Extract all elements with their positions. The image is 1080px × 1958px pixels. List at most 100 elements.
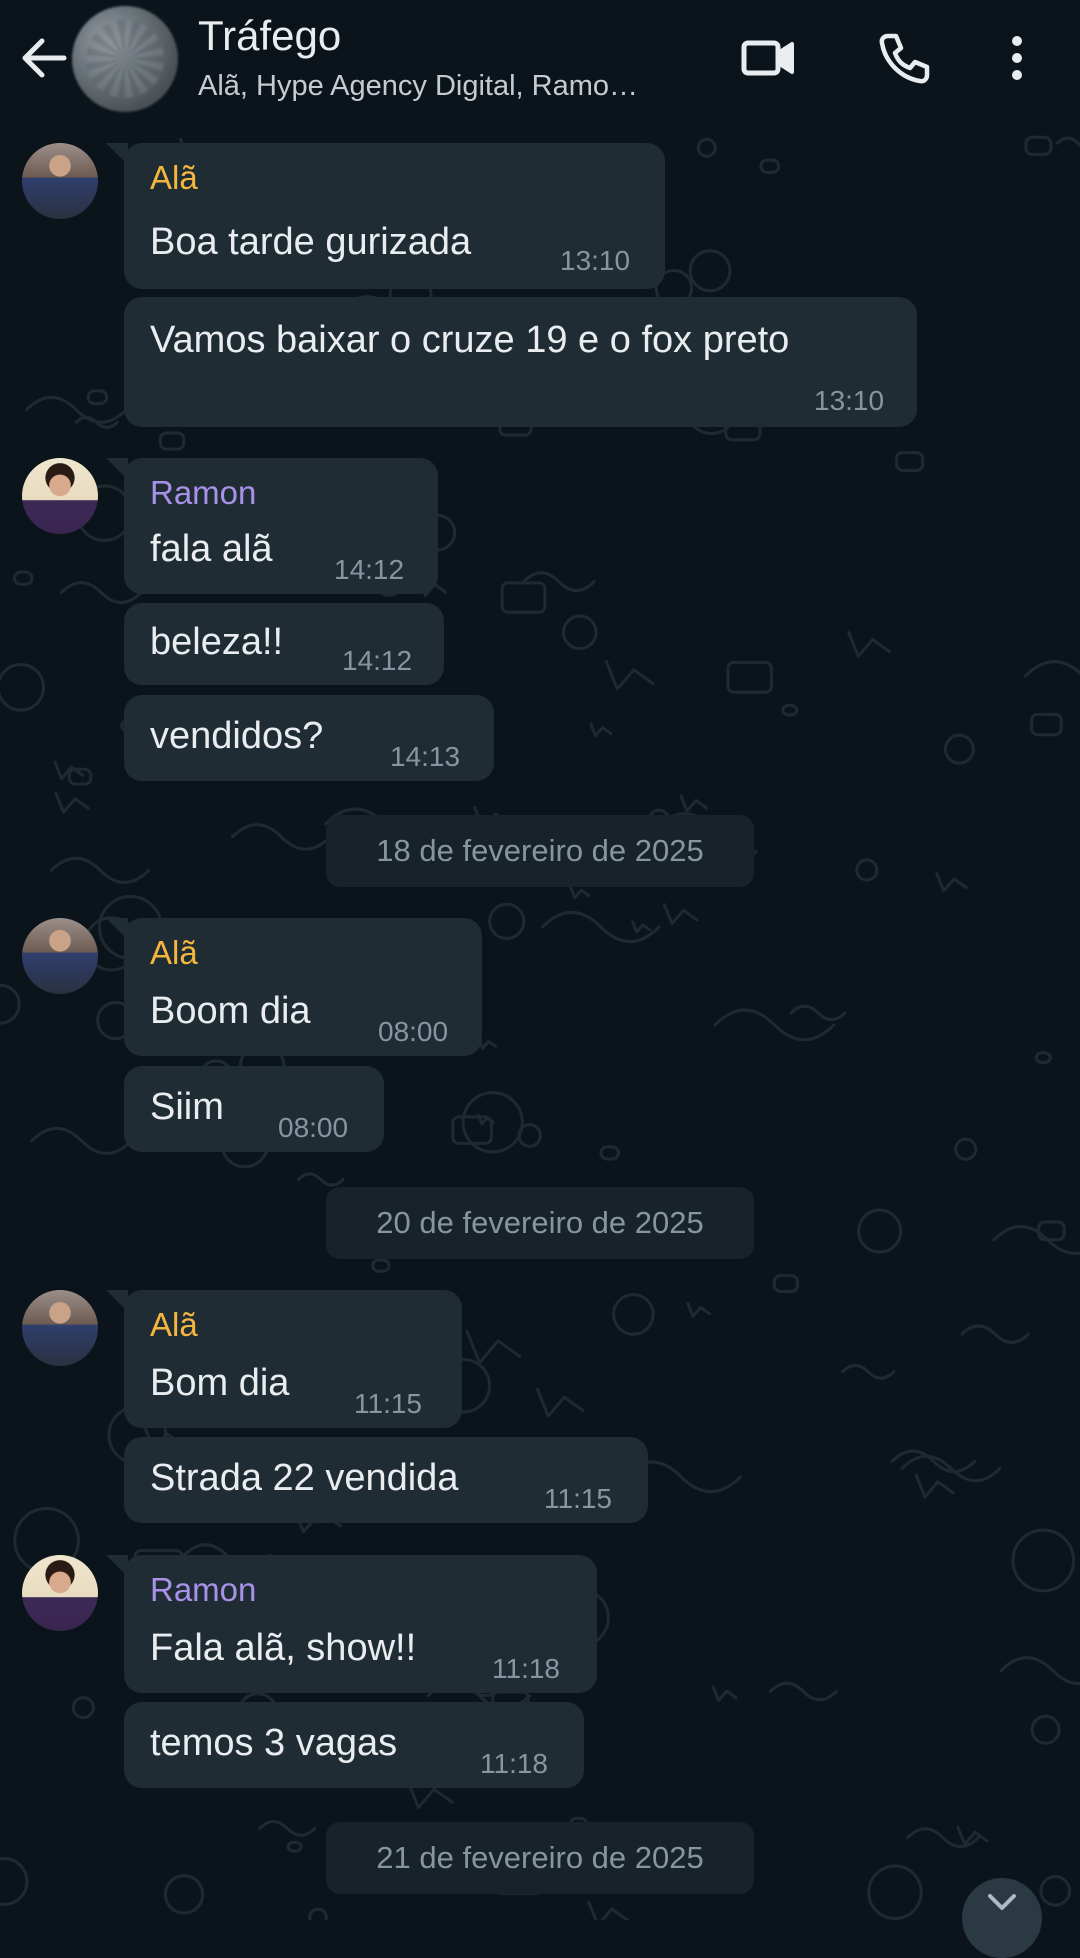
- message-text: Bom dia: [150, 1362, 290, 1404]
- wallpaper-doodle: [943, 733, 975, 765]
- wallpaper-doodle: [71, 1696, 95, 1720]
- wallpaper-doodle: [855, 858, 879, 882]
- message-text: beleza!!: [150, 621, 284, 663]
- wallpaper-doodle: [561, 614, 598, 651]
- message-time: 14:12: [342, 645, 413, 676]
- wallpaper-doodle: [631, 920, 652, 934]
- message-bubble[interactable]: Ramon fala alã 14:12: [106, 458, 438, 594]
- video-call-icon[interactable]: [738, 28, 798, 88]
- wallpaper-doodle: [163, 1874, 205, 1915]
- message-text: Boa tarde gurizada: [150, 221, 472, 263]
- wallpaper-doodle: [599, 1145, 621, 1161]
- message-bubble[interactable]: Alã Boa tarde gurizada 13:10: [106, 143, 665, 289]
- wallpaper-doodle: [158, 431, 186, 451]
- wallpaper-doodle: [711, 1685, 738, 1703]
- message-text: Fala alã, show!!: [150, 1627, 417, 1669]
- message-text: Strada 22 vendida: [150, 1457, 459, 1499]
- message-bubble[interactable]: Strada 22 vendida 11:15: [124, 1437, 648, 1523]
- wallpaper-doodle: [0, 1857, 29, 1906]
- wallpaper-doodle: [890, 1449, 977, 1474]
- sender-name[interactable]: Ramon: [150, 1571, 256, 1609]
- wallpaper-doodle: [587, 1900, 630, 1920]
- wallpaper-doodle: [847, 630, 891, 658]
- wallpaper-doodle: [1011, 1528, 1076, 1593]
- message-bubble[interactable]: Alã Boom dia 08:00: [106, 918, 482, 1056]
- avatar-ala[interactable]: [22, 918, 98, 994]
- message-bubble[interactable]: beleza!! 14:12: [124, 603, 444, 685]
- wallpaper-doodle: [13, 570, 34, 586]
- wallpaper-doodle: [500, 581, 547, 614]
- wallpaper-doodle: [686, 1302, 711, 1318]
- wallpaper-doodle: [1024, 135, 1053, 156]
- wallpaper-doodle: [679, 794, 709, 813]
- wallpaper-doodle: [726, 660, 773, 694]
- wallpaper-doodle: [296, 1172, 345, 1187]
- wallpaper-doodle: [696, 137, 717, 158]
- wallpaper-doodle: [589, 722, 613, 738]
- message-time: 08:00: [378, 1016, 449, 1047]
- chat-title[interactable]: Tráfego: [198, 12, 341, 60]
- message-text: Siim: [150, 1086, 224, 1128]
- date-divider: 20 de fevereiro de 2025: [326, 1187, 754, 1259]
- sender-name[interactable]: Alã: [150, 1306, 198, 1344]
- message-bubble[interactable]: vendidos? 14:13: [124, 695, 494, 781]
- wallpaper-doodle: [465, 1330, 522, 1365]
- wallpaper-doodle: [286, 1840, 303, 1853]
- message-time: 11:15: [354, 1388, 422, 1419]
- wallpaper-doodle: [772, 1274, 799, 1293]
- message-time: 13:10: [560, 245, 631, 276]
- message-bubble[interactable]: Ramon Fala alã, show!! 11:18: [106, 1555, 597, 1693]
- wallpaper-doodle: [688, 249, 732, 293]
- wallpaper-doodle: [230, 823, 332, 851]
- wallpaper-doodle: [759, 158, 781, 174]
- wallpaper-doodle: [768, 1681, 838, 1702]
- message-text: vendidos?: [150, 715, 324, 757]
- wallpaper-doodle: [1034, 1051, 1052, 1065]
- message-time: 11:15: [544, 1483, 612, 1514]
- wallpaper-doodle: [662, 903, 699, 926]
- message-bubble[interactable]: Siim 08:00: [124, 1066, 384, 1152]
- wallpaper-doodle: [1055, 136, 1080, 147]
- wallpaper-doodle: [371, 1258, 391, 1273]
- message-time: 08:00: [278, 1112, 349, 1143]
- phone-icon[interactable]: [874, 28, 934, 88]
- message-time: 14:12: [334, 554, 405, 585]
- wallpaper-doodle: [857, 1208, 903, 1254]
- wallpaper-doodle: [992, 1225, 1080, 1255]
- arrow-back-icon[interactable]: [16, 30, 72, 86]
- wallpaper-doodle: [535, 1387, 585, 1418]
- message-bubble[interactable]: Alã Bom dia 11:15: [106, 1290, 462, 1428]
- wallpaper-doodle: [895, 451, 925, 472]
- wallpaper-doodle: [867, 1864, 923, 1920]
- message-bubble[interactable]: Vamos baixar o cruze 19 e o fox preto 13…: [124, 297, 917, 427]
- avatar-ala[interactable]: [22, 1290, 98, 1366]
- group-avatar[interactable]: [72, 6, 178, 112]
- message-text: fala alã: [150, 528, 273, 570]
- wallpaper-doodle: [840, 1363, 896, 1380]
- avatar-ramon[interactable]: [22, 458, 98, 534]
- wallpaper-doodle: [86, 389, 109, 406]
- chat-header: Tráfego Alã, Hype Agency Digital, Ramo…: [0, 0, 1080, 134]
- avatar-ala[interactable]: [22, 143, 98, 219]
- chat-participants[interactable]: Alã, Hype Agency Digital, Ramo…: [198, 70, 638, 103]
- wallpaper-doodle: [308, 1907, 328, 1920]
- scroll-to-bottom-button[interactable]: [962, 1878, 1042, 1958]
- more-vertical-icon[interactable]: [1002, 28, 1062, 88]
- wallpaper-doodle: [0, 983, 21, 1025]
- wallpaper-doodle: [612, 1293, 655, 1336]
- wallpaper-doodle: [906, 1827, 980, 1848]
- message-time: 13:10: [814, 385, 885, 416]
- sender-name[interactable]: Ramon: [150, 474, 256, 512]
- sender-name[interactable]: Alã: [150, 159, 198, 197]
- wallpaper-doodle: [935, 872, 968, 893]
- wallpaper-doodle: [30, 1126, 134, 1155]
- message-bubble[interactable]: temos 3 vagas 11:18: [124, 1702, 584, 1788]
- sender-name[interactable]: Alã: [150, 934, 198, 972]
- wallpaper-doodle: [67, 767, 93, 786]
- avatar-ramon[interactable]: [22, 1555, 98, 1631]
- date-divider: 21 de fevereiro de 2025: [326, 1822, 754, 1894]
- wallpaper-doodle: [24, 395, 128, 424]
- message-text: temos 3 vagas: [150, 1722, 398, 1764]
- wallpaper-doodle: [954, 1137, 978, 1161]
- wallpaper-doodle: [49, 856, 151, 884]
